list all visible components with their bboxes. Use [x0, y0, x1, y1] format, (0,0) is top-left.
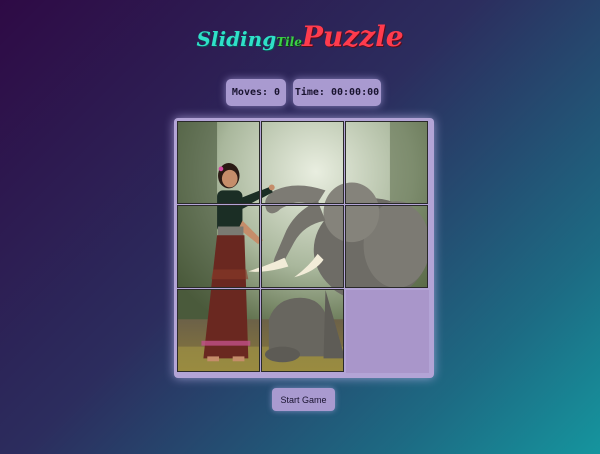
title-puzzle: Puzzle	[301, 20, 404, 53]
title-sliding: Sliding	[196, 27, 277, 51]
empty-tile-slot[interactable]	[346, 290, 429, 373]
puzzle-tile-7[interactable]	[177, 289, 260, 372]
puzzle-tile-2[interactable]	[261, 121, 344, 204]
moves-counter: Moves: 0	[226, 79, 286, 106]
game-title: SlidingTilePuzzle	[0, 20, 600, 53]
puzzle-tile-5[interactable]	[261, 205, 344, 288]
puzzle-board	[174, 118, 434, 378]
puzzle-tile-8[interactable]	[261, 289, 344, 372]
puzzle-tile-4[interactable]	[177, 205, 260, 288]
title-tile: Tile	[276, 35, 302, 49]
puzzle-tile-6[interactable]	[345, 205, 428, 288]
start-game-button[interactable]: Start Game	[272, 388, 335, 411]
puzzle-tile-3[interactable]	[345, 121, 428, 204]
puzzle-tile-1[interactable]	[177, 121, 260, 204]
timer: Time: 00:00:00	[293, 79, 381, 106]
